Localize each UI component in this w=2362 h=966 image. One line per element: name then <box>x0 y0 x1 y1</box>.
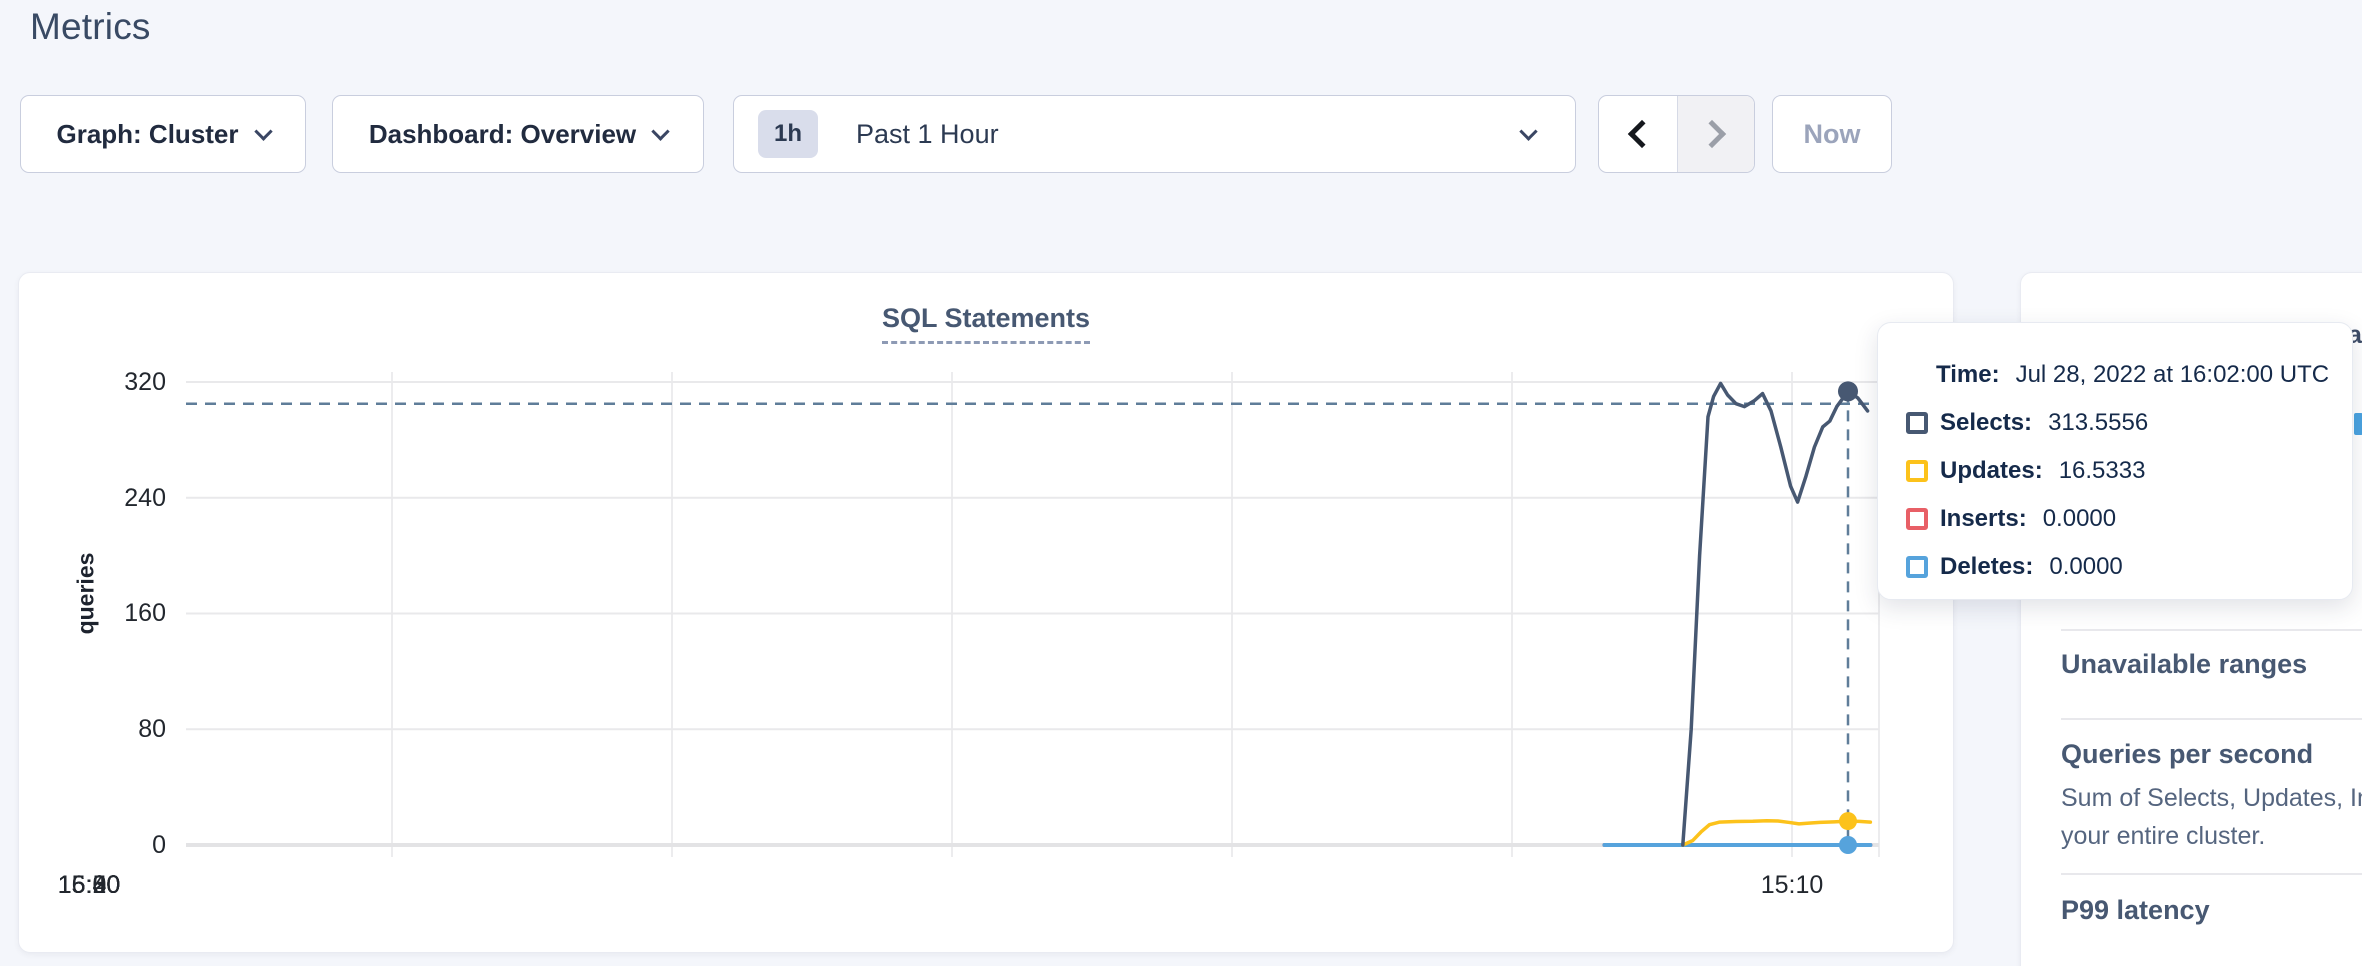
tooltip-series-label: Inserts: <box>1940 505 2027 533</box>
chevron-down-icon <box>1519 122 1537 140</box>
deletes-series-swatch <box>1906 556 1928 578</box>
time-range-label: Past 1 Hour <box>856 119 1504 150</box>
dashboard-dropdown[interactable]: Dashboard: Overview <box>332 95 704 173</box>
divider <box>2061 873 2362 875</box>
sidebar-section-title: Queries per second <box>2061 739 2313 770</box>
chevron-right-icon <box>1698 120 1726 148</box>
tooltip-series-value: 313.5556 <box>2048 409 2148 437</box>
tooltip-series-label: Selects: <box>1940 409 2032 437</box>
chart-hover-tooltip: Time: Jul 28, 2022 at 16:02:00 UTC Selec… <box>1877 322 2353 600</box>
graph-dropdown-label: Graph: Cluster <box>56 119 238 150</box>
time-range-selector[interactable]: 1h Past 1 Hour <box>733 95 1576 173</box>
sidebar-section-description: Sum of Selects, Updates, Inser <box>2061 779 2362 817</box>
graph-dropdown[interactable]: Graph: Cluster <box>20 95 306 173</box>
tooltip-series-row: Deletes: 0.0000 <box>1906 543 2352 591</box>
divider <box>2061 629 2362 631</box>
chevron-down-icon <box>651 122 669 140</box>
sql-statements-card: SQL Statements queries 320 240 160 80 0 … <box>18 272 1954 953</box>
tooltip-series-value: 0.0000 <box>2049 553 2122 581</box>
updates-series-swatch <box>1906 460 1928 482</box>
sidebar-section-title: P99 latency <box>2061 895 2210 926</box>
chevron-left-icon <box>1628 120 1656 148</box>
tooltip-time-row: Time: Jul 28, 2022 at 16:02:00 UTC <box>1906 351 2352 399</box>
time-nav-group <box>1598 95 1755 173</box>
clipped-blue-text-fragment <box>2354 413 2362 435</box>
tooltip-series-value: 16.5333 <box>2059 457 2146 485</box>
dashboard-dropdown-label: Dashboard: Overview <box>369 119 636 150</box>
page-title: Metrics <box>30 6 151 48</box>
tooltip-series-label: Deletes: <box>1940 553 2033 581</box>
tooltip-series-row: Updates: 16.5333 <box>1906 447 2352 495</box>
time-range-badge: 1h <box>758 110 818 158</box>
sql-statements-chart[interactable] <box>19 273 1955 954</box>
sidebar-section-description: your entire cluster. <box>2061 817 2265 855</box>
divider <box>2061 718 2362 720</box>
prev-time-button[interactable] <box>1599 96 1677 172</box>
tooltip-series-value: 0.0000 <box>2043 505 2116 533</box>
tooltip-time-value: Jul 28, 2022 at 16:02:00 UTC <box>2016 361 2330 389</box>
chevron-down-icon <box>254 122 272 140</box>
tooltip-time-label: Time: <box>1936 361 2000 389</box>
tooltip-series-row: Selects: 313.5556 <box>1906 399 2352 447</box>
selects-series-swatch <box>1906 412 1928 434</box>
sidebar-section-title: Unavailable ranges <box>2061 649 2307 680</box>
next-time-button[interactable] <box>1677 96 1755 172</box>
now-button[interactable]: Now <box>1772 95 1892 173</box>
tooltip-series-row: Inserts: 0.0000 <box>1906 495 2352 543</box>
inserts-series-swatch <box>1906 508 1928 530</box>
tooltip-series-label: Updates: <box>1940 457 2043 485</box>
